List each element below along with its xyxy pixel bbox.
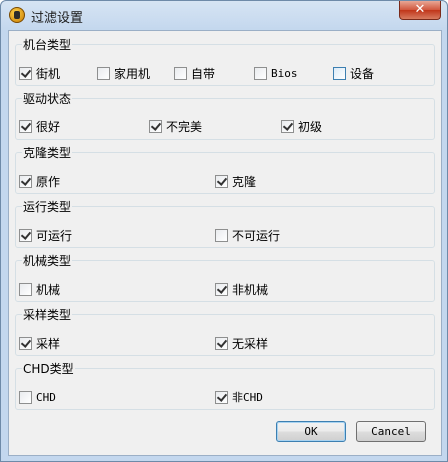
group-title: 运行类型 <box>22 198 73 215</box>
group-title: 克隆类型 <box>22 144 73 161</box>
checkbox-box[interactable] <box>281 119 294 133</box>
checkbox-builtin[interactable]: 自带 <box>174 65 215 81</box>
checkbox-box[interactable] <box>19 390 32 404</box>
dialog-client-area: 机台类型 街机 家用机 自带 Bios 设备 驱动状态 很好 不完美 初级 克隆… <box>8 30 442 456</box>
checkbox-mechanical[interactable]: 机械 <box>19 281 60 297</box>
checkbox-box[interactable] <box>19 66 32 80</box>
checkbox-runnable[interactable]: 可运行 <box>19 227 72 243</box>
checkbox-non-mechanical[interactable]: 非机械 <box>215 281 268 297</box>
checkbox-imperfect[interactable]: 不完美 <box>149 118 202 134</box>
window-title: 过滤设置 <box>31 11 84 26</box>
group-title: CHD类型 <box>22 360 75 377</box>
checkbox-chd[interactable]: CHD <box>19 389 56 405</box>
app-icon <box>9 7 25 23</box>
group-mech-type: 机械类型 机械 非机械 <box>15 252 435 302</box>
group-clone-type: 克隆类型 原作 克隆 <box>15 144 435 194</box>
group-machine-type: 机台类型 街机 家用机 自带 Bios 设备 <box>15 36 435 86</box>
group-run-type: 运行类型 可运行 不可运行 <box>15 198 435 248</box>
checkbox-box[interactable] <box>19 282 32 296</box>
group-title: 采样类型 <box>22 306 73 323</box>
checkbox-box[interactable] <box>174 66 187 80</box>
checkbox-no-samples[interactable]: 无采样 <box>215 335 268 351</box>
checkbox-device[interactable]: 设备 <box>333 65 374 81</box>
checkbox-box[interactable] <box>149 119 162 133</box>
ok-button[interactable]: OK <box>276 421 346 442</box>
checkbox-arcade[interactable]: 街机 <box>19 65 60 81</box>
checkbox-original[interactable]: 原作 <box>19 173 60 189</box>
checkbox-box[interactable] <box>19 228 32 242</box>
checkbox-clone[interactable]: 克隆 <box>215 173 256 189</box>
group-title: 机械类型 <box>22 252 73 269</box>
checkbox-not-runnable[interactable]: 不可运行 <box>215 227 280 243</box>
checkbox-good[interactable]: 很好 <box>19 118 60 134</box>
group-chd-type: CHD类型 CHD 非CHD <box>15 360 435 410</box>
checkbox-box[interactable] <box>215 390 228 404</box>
checkbox-box[interactable] <box>215 336 228 350</box>
close-button[interactable]: ✕ <box>399 1 441 20</box>
filter-settings-dialog: 过滤设置 ✕ 机台类型 街机 家用机 自带 Bios 设备 驱动状态 很好 不完… <box>0 0 448 462</box>
checkbox-box[interactable] <box>19 336 32 350</box>
group-title: 驱动状态 <box>22 90 73 107</box>
checkbox-home-console[interactable]: 家用机 <box>97 65 150 81</box>
checkbox-box[interactable] <box>19 119 32 133</box>
checkbox-box[interactable] <box>19 174 32 188</box>
group-driver-status: 驱动状态 很好 不完美 初级 <box>15 90 435 140</box>
checkbox-box[interactable] <box>215 282 228 296</box>
title-bar[interactable]: 过滤设置 ✕ <box>1 1 447 29</box>
checkbox-box[interactable] <box>333 66 346 80</box>
checkbox-bios[interactable]: Bios <box>254 65 298 81</box>
checkbox-box[interactable] <box>215 228 228 242</box>
group-sample-type: 采样类型 采样 无采样 <box>15 306 435 356</box>
cancel-button[interactable]: Cancel <box>356 421 426 442</box>
checkbox-box[interactable] <box>254 66 267 80</box>
checkbox-preliminary[interactable]: 初级 <box>281 118 322 134</box>
checkbox-box[interactable] <box>97 66 110 80</box>
checkbox-samples[interactable]: 采样 <box>19 335 60 351</box>
group-title: 机台类型 <box>22 36 73 53</box>
checkbox-box[interactable] <box>215 174 228 188</box>
checkbox-non-chd[interactable]: 非CHD <box>215 389 263 405</box>
